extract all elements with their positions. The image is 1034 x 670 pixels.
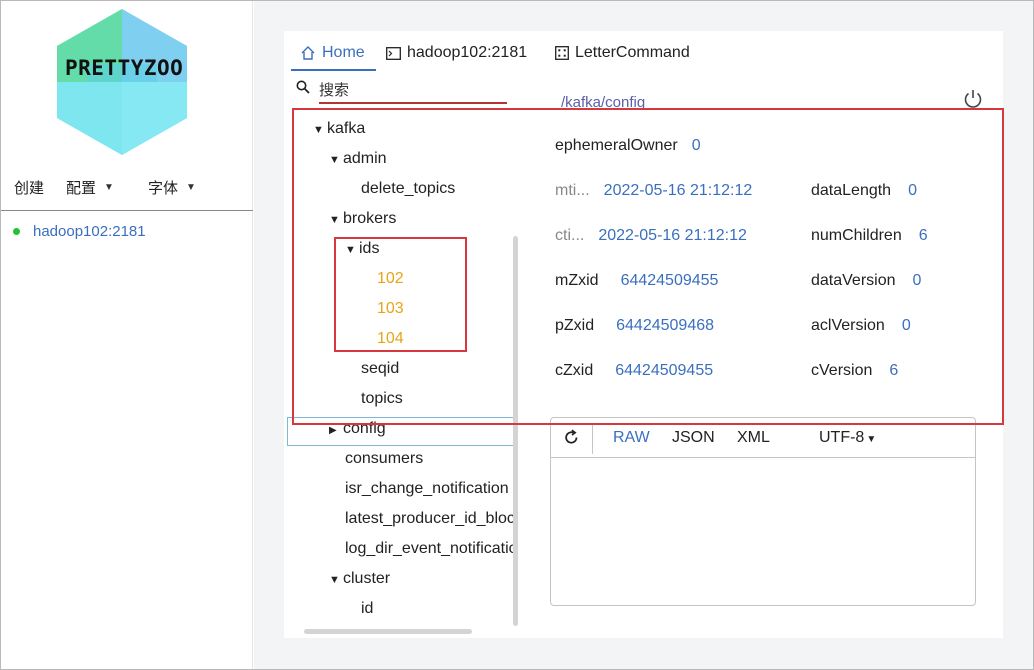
grid-icon	[555, 46, 569, 60]
menu-config[interactable]: 配置 ▼	[66, 177, 114, 198]
tree-node-label: isr_change_notification	[345, 480, 509, 497]
tree-node-label: id	[361, 600, 374, 617]
tree-node-label: cluster	[343, 570, 391, 587]
format-json-button[interactable]: JSON	[672, 429, 715, 447]
tree-node-latest-producer-id-block[interactable]: latest_producer_id_block	[345, 510, 514, 528]
logo-text: PRETTYZOO	[65, 56, 184, 80]
server-item[interactable]: hadoop102:2181	[13, 223, 146, 240]
tab-letter-command-label: LetterCommand	[575, 44, 690, 61]
server-label: hadoop102:2181	[33, 223, 146, 240]
prettyzoo-logo-icon	[57, 9, 187, 155]
menu-font-label: 字体	[148, 180, 179, 197]
tree-node-log-dir-event-notification[interactable]: log_dir_event_notification	[345, 540, 514, 558]
tab-server[interactable]: hadoop102:2181	[386, 44, 527, 62]
menu-create-label: 创建	[14, 180, 45, 197]
tree-node-label: log_dir_event_notification	[345, 540, 514, 557]
terminal-icon	[386, 46, 401, 60]
dropdown-triangle-icon: ▼	[186, 182, 196, 193]
encoding-value: UTF-8	[819, 429, 865, 446]
tree-node-consumers[interactable]: consumers	[345, 450, 423, 468]
tab-home[interactable]: Home	[300, 44, 365, 62]
dropdown-triangle-icon: ▼	[866, 434, 877, 445]
format-raw-button[interactable]: RAW	[613, 429, 650, 447]
tree-node-cluster[interactable]: ▼ cluster	[329, 570, 390, 588]
sidebar: PRETTYZOO 创建 配置 ▼ 字体 ▼ hadoop102:2181	[1, 1, 253, 669]
refresh-icon[interactable]	[563, 429, 580, 451]
tab-server-label: hadoop102:2181	[407, 44, 528, 61]
home-icon	[300, 45, 316, 61]
menu-config-label: 配置	[66, 180, 97, 197]
tab-home-label: Home	[322, 44, 365, 61]
highlight-box-ids	[334, 237, 467, 352]
tree-node-label: consumers	[345, 450, 424, 467]
encoding-select[interactable]: UTF-8 ▼	[819, 429, 876, 447]
data-editor: RAW JSON XML UTF-8 ▼	[550, 417, 976, 606]
dropdown-triangle-icon: ▼	[104, 182, 114, 193]
collapsed-arrow-icon[interactable]: ▶	[329, 425, 343, 436]
toolbar-divider	[592, 424, 593, 454]
tree-node-id[interactable]: id	[361, 600, 373, 618]
menu-font[interactable]: 字体 ▼	[148, 177, 196, 198]
sidebar-divider	[1, 210, 253, 211]
online-status-icon	[13, 228, 20, 235]
search-icon	[296, 80, 310, 99]
tab-letter-command[interactable]: LetterCommand	[555, 44, 690, 62]
tree-node-label: latest_producer_id_block	[345, 510, 514, 527]
expanded-arrow-icon[interactable]: ▼	[329, 574, 343, 586]
format-xml-button[interactable]: XML	[737, 429, 770, 447]
search-input[interactable]	[319, 78, 507, 104]
menu-create[interactable]: 创建	[14, 177, 44, 198]
tree-node-isr-change-notification[interactable]: isr_change_notification	[345, 480, 509, 498]
tree-horizontal-scrollbar[interactable]	[304, 629, 472, 634]
active-tab-indicator	[291, 69, 376, 71]
